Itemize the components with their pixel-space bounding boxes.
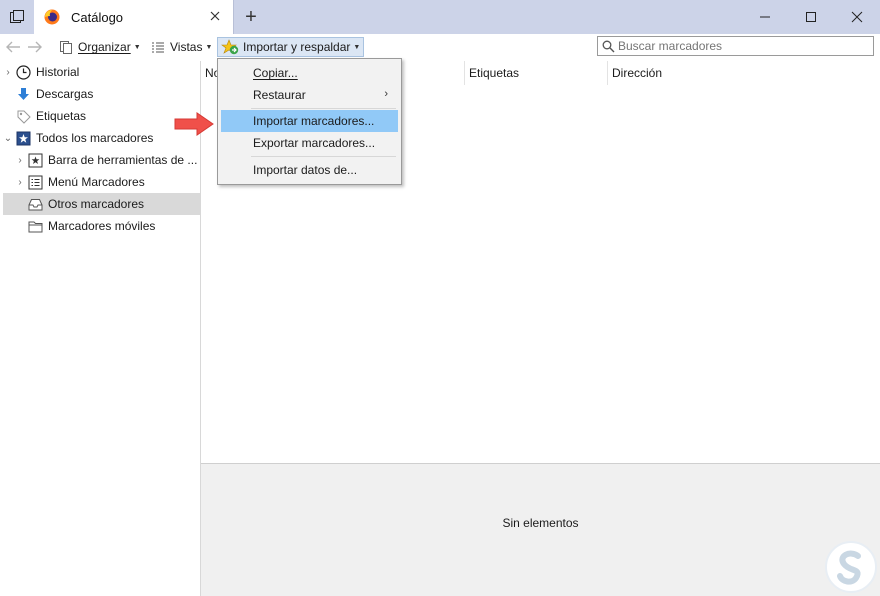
search-input[interactable] xyxy=(618,38,868,54)
maximize-button[interactable] xyxy=(788,0,834,34)
sidebar-item-history[interactable]: › Historial xyxy=(3,61,200,83)
clock-icon xyxy=(15,64,31,80)
collapse-chevron-icon[interactable]: ⌄ xyxy=(3,133,13,144)
expand-chevron-icon[interactable]: › xyxy=(3,67,13,78)
sidebar-item-label: Otros marcadores xyxy=(48,197,145,211)
star-box-icon xyxy=(27,152,43,168)
organize-icon xyxy=(60,41,72,54)
sidebar-item-label: Etiquetas xyxy=(36,109,87,123)
pointer-arrow-icon xyxy=(173,112,215,139)
column-header-address[interactable]: Dirección xyxy=(608,61,880,85)
sidebar-item-all-bookmarks[interactable]: ⌄ Todos los marcadores xyxy=(3,127,200,149)
empty-state-text: Sin elementos xyxy=(502,516,579,530)
close-tab-icon[interactable] xyxy=(205,6,225,26)
search-icon xyxy=(602,40,615,56)
sidebar-item-downloads[interactable]: Descargas xyxy=(3,83,200,105)
tab-title: Catálogo xyxy=(71,10,124,25)
back-button[interactable] xyxy=(5,37,21,57)
new-tab-button[interactable]: + xyxy=(240,6,262,28)
import-backup-label: Importar y respaldar xyxy=(243,40,351,54)
tray-icon xyxy=(27,196,43,212)
menu-separator xyxy=(251,156,396,157)
close-window-button[interactable] xyxy=(834,0,880,34)
sidebar-item-mobile-bookmarks[interactable]: Marcadores móviles xyxy=(15,215,200,237)
back-arrow-icon xyxy=(6,41,20,53)
sidebar-item-label: Menú Marcadores xyxy=(48,175,145,189)
sidebar-item-label: Historial xyxy=(36,65,80,79)
sidebar-item-other-bookmarks[interactable]: Otros marcadores xyxy=(3,193,200,215)
tab-catalog[interactable]: Catálogo xyxy=(34,0,234,34)
list-icon xyxy=(27,174,43,190)
sidebar-item-label: Descargas xyxy=(36,87,94,101)
bookmarks-star-icon xyxy=(15,130,31,146)
expand-chevron-icon[interactable]: › xyxy=(15,177,25,188)
sidebar-item-label: Todos los marcadores xyxy=(36,131,154,145)
import-backup-dropdown-menu: Copiar... Restaurar › Importar marcadore… xyxy=(217,58,402,185)
window-menu-icon[interactable] xyxy=(0,0,34,34)
sidebar-item-label: Marcadores móviles xyxy=(48,219,156,233)
menu-separator xyxy=(251,108,396,109)
search-bookmarks-field[interactable] xyxy=(597,36,874,56)
details-pane: Sin elementos xyxy=(201,463,880,596)
sidebar-item-label: Barra de herramientas de ... xyxy=(48,153,198,167)
import-backup-menu-button[interactable]: Importar y respaldar ▼ xyxy=(217,37,365,57)
sidebar-item-bookmarks-menu[interactable]: › Menú Marcadores xyxy=(15,171,200,193)
firefox-logo-icon xyxy=(44,9,60,25)
menu-item-import-data-from[interactable]: Importar datos de... xyxy=(221,159,398,181)
forward-arrow-icon xyxy=(28,41,42,53)
sidebar-tree: › Historial Descargas Etiquetas ⌄ Todos … xyxy=(0,61,201,596)
column-header-tags[interactable]: Etiquetas xyxy=(465,61,608,85)
folder-icon xyxy=(27,218,43,234)
views-menu-button[interactable]: Vistas ▼ xyxy=(150,37,212,57)
forward-button[interactable] xyxy=(27,37,43,57)
menu-item-import-bookmarks[interactable]: Importar marcadores... xyxy=(221,110,398,132)
watermark-logo-icon xyxy=(824,540,878,594)
menu-item-copy[interactable]: Copiar... xyxy=(221,62,398,84)
list-view-icon xyxy=(152,42,164,53)
tag-icon xyxy=(15,108,31,124)
title-bar: Catálogo + xyxy=(0,0,880,34)
organize-label: Organizar xyxy=(78,40,131,54)
sidebar-item-tags[interactable]: Etiquetas xyxy=(3,105,200,127)
menu-item-restore[interactable]: Restaurar › xyxy=(221,84,398,106)
organize-menu-button[interactable]: Organizar ▼ xyxy=(58,37,141,57)
import-backup-icon xyxy=(221,39,239,55)
expand-chevron-icon[interactable]: › xyxy=(15,155,25,166)
submenu-arrow-icon: › xyxy=(384,88,388,100)
views-label: Vistas xyxy=(170,40,203,54)
menu-item-export-bookmarks[interactable]: Exportar marcadores... xyxy=(221,132,398,154)
sidebar-item-bookmarks-toolbar[interactable]: › Barra de herramientas de ... xyxy=(15,149,200,171)
plus-icon: + xyxy=(245,6,257,28)
minimize-button[interactable] xyxy=(742,0,788,34)
download-icon xyxy=(15,86,31,102)
